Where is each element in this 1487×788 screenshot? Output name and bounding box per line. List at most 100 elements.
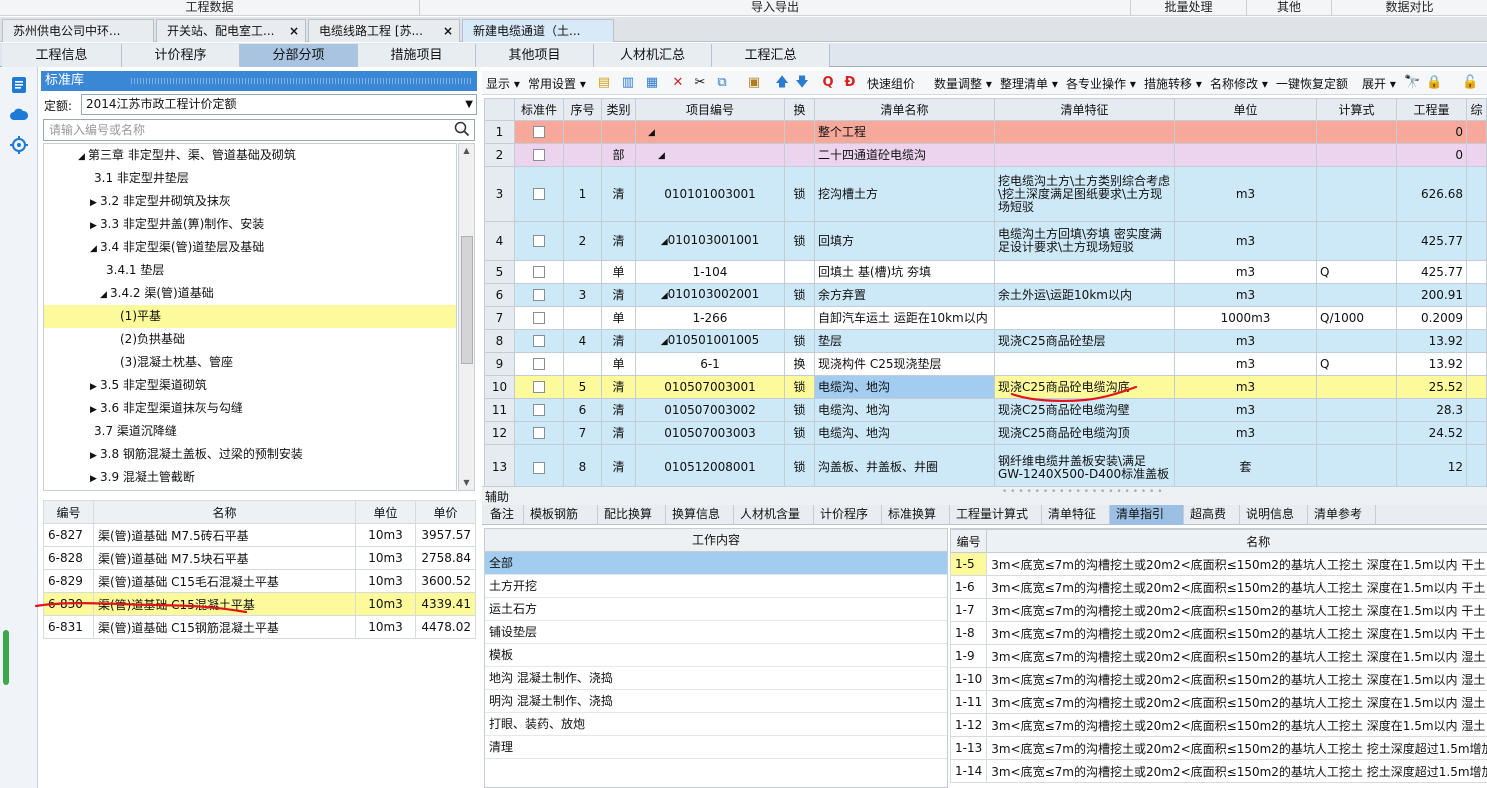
close-icon[interactable]: × xyxy=(289,20,299,42)
grid-column-header[interactable]: 计算式 xyxy=(1316,98,1397,121)
bill-name-cell[interactable]: 自卸汽车运土 运距在10km以内 xyxy=(814,306,995,330)
add-icon[interactable]: ▦ xyxy=(644,75,660,91)
quantity-adjust-menu[interactable]: 数量调整 ▾ xyxy=(934,75,992,92)
formula-cell[interactable] xyxy=(1316,143,1397,167)
tree-node[interactable]: ◢ 3.4 非定型渠(管)道垫层及基础 xyxy=(44,236,456,259)
formula-cell[interactable] xyxy=(1316,444,1397,486)
unit-cell[interactable]: m3 xyxy=(1174,166,1317,222)
bill-feature-cell[interactable] xyxy=(994,352,1175,376)
quota-select[interactable]: 2014江苏市政工程计价定额 ▼ xyxy=(81,94,477,115)
insert-child-icon[interactable]: ▥ xyxy=(620,75,636,91)
bill-feature-cell[interactable] xyxy=(994,260,1175,284)
document-list-icon[interactable] xyxy=(9,75,29,95)
quota-column-header[interactable]: 单位 xyxy=(355,500,416,524)
move-up-icon[interactable]: 🡅 xyxy=(774,75,790,91)
aux-tab[interactable]: 配比换算 xyxy=(598,505,666,525)
bill-feature-cell[interactable]: 挖电缆沟土方\土方类别综合考虑\挖土深度满足图纸要求\土方现场短驳 xyxy=(994,166,1175,222)
unit-cell[interactable]: m3 xyxy=(1174,398,1317,422)
standard-part-checkbox[interactable] xyxy=(533,358,545,370)
tree-node[interactable]: (2)负拱基础 xyxy=(44,328,456,351)
bill-row[interactable]: 5 单 1-104 回填土 基(槽)坑 夯填 m3 Q 425.77 xyxy=(484,260,1487,284)
move-down-icon[interactable]: 🡇 xyxy=(794,75,810,91)
grid-column-header[interactable]: 清单特征 xyxy=(994,98,1175,121)
tree-node[interactable]: ▶ 3.5 非定型渠道砌筑 xyxy=(44,374,456,397)
standard-part-checkbox[interactable] xyxy=(533,381,545,393)
expand-triangle-icon[interactable]: ▶ xyxy=(90,192,100,215)
unit-cell[interactable]: m3 xyxy=(1174,260,1317,284)
tree-node[interactable]: 3.1 非定型井垫层 xyxy=(44,167,456,190)
tree-node[interactable]: (3)混凝土枕基、管座 xyxy=(44,351,456,374)
quantity-cell[interactable]: 0 xyxy=(1396,143,1467,167)
tree-node[interactable]: 3.7 渠道沉降缝 xyxy=(44,420,456,443)
formula-cell[interactable] xyxy=(1316,283,1397,307)
bill-row[interactable]: 4 2 清 ◢010103001001 锁回填方 电缆沟土方回填\夯填 密实度满足设计要求… xyxy=(484,221,1487,261)
tab-labor-material-summary[interactable]: 人材机汇总 xyxy=(594,44,712,67)
tab-pricing-procedure[interactable]: 计价程序 xyxy=(122,44,240,67)
close-icon[interactable]: × xyxy=(443,20,453,42)
collapse-triangle-icon[interactable]: ◢ xyxy=(658,151,665,161)
standard-part-checkbox[interactable] xyxy=(533,461,545,474)
item-code-cell[interactable]: 010507003003 xyxy=(635,421,785,445)
bill-row[interactable]: 1 ◢ 整个工程 0 xyxy=(484,120,1487,144)
unit-cell[interactable]: m3 xyxy=(1174,352,1317,376)
quantity-cell[interactable]: 425.77 xyxy=(1396,260,1467,284)
panel-resize-handle[interactable] xyxy=(3,630,9,685)
tab-project-info[interactable]: 工程信息 xyxy=(2,44,122,67)
rename-menu[interactable]: 名称修改 ▾ xyxy=(1210,75,1268,92)
tree-node[interactable]: ▶ 3.6 非定型渠道抹灰与勾缝 xyxy=(44,397,456,422)
item-code-cell[interactable]: ◢ xyxy=(635,120,785,144)
aux-tab[interactable]: 标准换算 xyxy=(882,505,950,525)
guide-row[interactable]: 1-9 3m<底宽≤7m的沟槽挖土或20m2<底面积≤150m2的基坑人工挖土 深… xyxy=(949,644,1487,668)
aux-tab[interactable]: 清单指引 xyxy=(1110,505,1184,525)
d-icon[interactable]: Đ xyxy=(842,75,858,91)
item-code-cell[interactable]: ◢010103002001 xyxy=(635,283,785,307)
bill-row[interactable]: 9 单 6-1 换现浇构件 C25现浇垫层 m3 Q 13.92 xyxy=(484,352,1487,376)
standard-part-checkbox[interactable] xyxy=(533,427,545,439)
tree-node[interactable]: ◢ 第三章 非定型井、渠、管道基础及砌筑 xyxy=(44,144,456,167)
item-code-cell[interactable]: 010507003001 xyxy=(635,375,785,399)
expand-triangle-icon[interactable]: ▶ xyxy=(90,399,100,422)
doc-tab-3[interactable]: 电缆线路工程 [苏... × xyxy=(308,19,460,42)
aux-tab[interactable]: 换算信息 xyxy=(666,505,734,525)
expand-menu[interactable]: 展开 ▾ xyxy=(1362,75,1396,92)
grid-column-header[interactable]: 项目编号 xyxy=(635,98,785,121)
work-content-item[interactable]: 地沟 混凝土制作、浇捣 xyxy=(485,667,947,690)
aux-tab[interactable]: 清单参考 xyxy=(1308,505,1376,525)
unit-cell[interactable]: m3 xyxy=(1174,329,1317,353)
tab-other-items[interactable]: 其他项目 xyxy=(476,44,594,67)
item-code-cell[interactable]: 1-104 xyxy=(635,260,785,284)
chevron-down-icon[interactable]: ▼ xyxy=(465,95,473,114)
bill-row[interactable]: 13 8 清 010512008001 锁沟盖板、井盖板、井圈 钢纤维电缆井盖板安装\满足… xyxy=(484,444,1487,486)
common-settings-menu[interactable]: 常用设置 ▾ xyxy=(528,75,586,92)
locate-icon[interactable] xyxy=(9,135,29,155)
guide-row[interactable]: 1-13 3m<底宽≤7m的沟槽挖土或20m2<底面积≤150m2的基坑人工挖土 … xyxy=(949,736,1487,760)
bill-feature-cell[interactable]: 现浇C25商品砼电缆沟壁 xyxy=(994,398,1175,422)
bill-name-cell[interactable]: 余方弃置 xyxy=(814,283,995,307)
guide-row[interactable]: 1-7 3m<底宽≤7m的沟槽挖土或20m2<底面积≤150m2的基坑人工挖土 深… xyxy=(949,598,1487,622)
quantity-cell[interactable]: 25.52 xyxy=(1396,375,1467,399)
insert-icon[interactable]: ▤ xyxy=(596,75,612,91)
q-icon[interactable]: Q xyxy=(820,75,836,91)
grid-column-header[interactable]: 单位 xyxy=(1174,98,1317,121)
collapse-triangle-icon[interactable]: ◢ xyxy=(661,337,668,347)
grid-column-header[interactable]: 综 xyxy=(1466,98,1487,121)
quota-column-header[interactable]: 编号 xyxy=(43,500,94,524)
tab-sub-items[interactable]: 分部分项 xyxy=(240,44,358,67)
guide-row[interactable]: 1-8 3m<底宽≤7m的沟槽挖土或20m2<底面积≤150m2的基坑人工挖土 深… xyxy=(949,621,1487,645)
tree-scrollbar[interactable]: ▲ ▼ xyxy=(458,143,475,491)
grid-column-header[interactable]: 工程量 xyxy=(1396,98,1467,121)
unit-cell[interactable]: m3 xyxy=(1174,375,1317,399)
bill-row[interactable]: 11 6 清 010507003002 锁电缆沟、地沟 现浇C25商品砼电缆沟壁 m3 28.… xyxy=(484,398,1487,422)
quantity-cell[interactable]: 626.68 xyxy=(1396,166,1467,222)
item-code-cell[interactable]: ◢ xyxy=(635,143,785,167)
doc-tab-2[interactable]: 开关站、配电室工... × xyxy=(156,19,306,42)
tree-node[interactable]: 3.4.1 垫层 xyxy=(44,259,456,282)
bill-feature-cell[interactable]: 现浇C25商品砼电缆沟底 xyxy=(994,375,1175,399)
formula-cell[interactable] xyxy=(1316,375,1397,399)
grid-column-header[interactable] xyxy=(484,98,515,121)
lock-icon[interactable]: 🔒 xyxy=(1426,75,1442,91)
standard-part-checkbox[interactable] xyxy=(533,312,545,324)
bill-row[interactable]: 7 单 1-266 自卸汽车运土 运距在10km以内 1000m3 Q/1000 0.200… xyxy=(484,306,1487,330)
delete-icon[interactable]: ✕ xyxy=(670,75,686,91)
tab-project-summary[interactable]: 工程汇总 xyxy=(712,44,830,67)
